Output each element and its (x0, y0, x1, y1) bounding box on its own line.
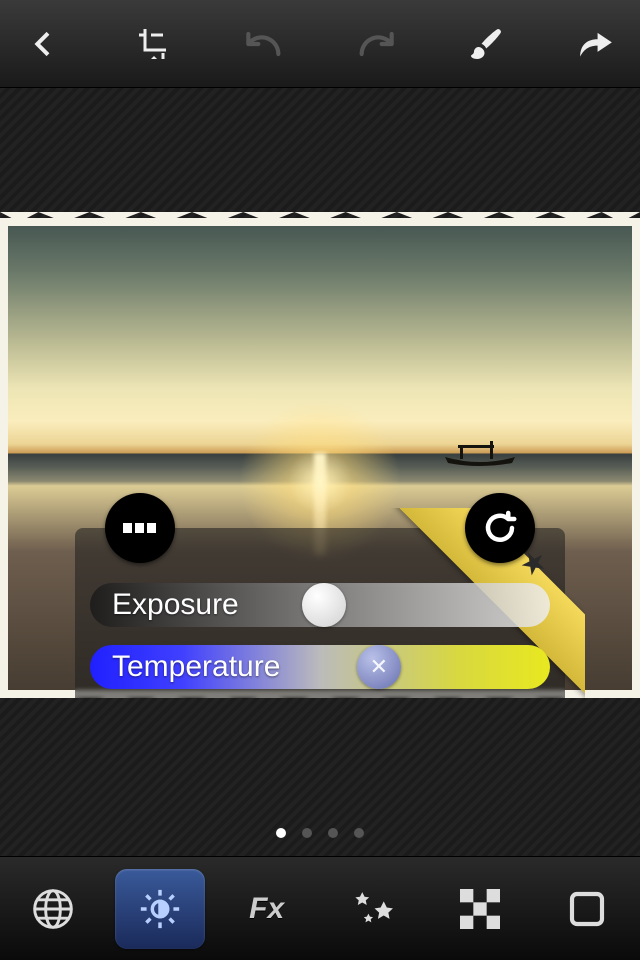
photo-canvas[interactable]: ★ Exposure Temperature ✕ Sharpen ✕ (0, 218, 640, 698)
presets-button[interactable] (105, 493, 175, 563)
slider-exposure[interactable]: Exposure (90, 583, 550, 627)
tab-stars[interactable] (328, 869, 418, 949)
brush-button[interactable] (462, 20, 510, 68)
page-indicator[interactable] (0, 828, 640, 838)
reset-button[interactable] (465, 493, 535, 563)
page-dot[interactable] (276, 828, 286, 838)
slider-label: Exposure (90, 588, 239, 622)
slider-temperature[interactable]: Temperature ✕ (90, 645, 550, 689)
undo-button[interactable] (241, 20, 289, 68)
top-toolbar (0, 0, 640, 88)
tab-adjust[interactable] (115, 869, 205, 949)
redo-button[interactable] (351, 20, 399, 68)
tab-fx[interactable]: Fx (222, 869, 312, 949)
back-button[interactable] (20, 20, 68, 68)
slider-label: Temperature (90, 650, 280, 684)
tab-frame[interactable] (542, 869, 632, 949)
slider-thumb[interactable]: ✕ (357, 645, 401, 689)
bottom-tab-bar: Fx (0, 856, 640, 960)
page-dot[interactable] (302, 828, 312, 838)
page-dot[interactable] (328, 828, 338, 838)
close-icon[interactable]: ✕ (370, 654, 388, 680)
background-stripes-bottom (0, 698, 640, 856)
share-button[interactable] (572, 20, 620, 68)
slider-thumb[interactable] (302, 583, 346, 627)
page-dot[interactable] (354, 828, 364, 838)
background-stripes-top (0, 88, 640, 218)
boat-silhouette (440, 439, 520, 469)
tab-checker[interactable] (435, 869, 525, 949)
fx-label: Fx (249, 892, 284, 926)
tab-globe[interactable] (8, 869, 98, 949)
crop-button[interactable] (130, 20, 178, 68)
